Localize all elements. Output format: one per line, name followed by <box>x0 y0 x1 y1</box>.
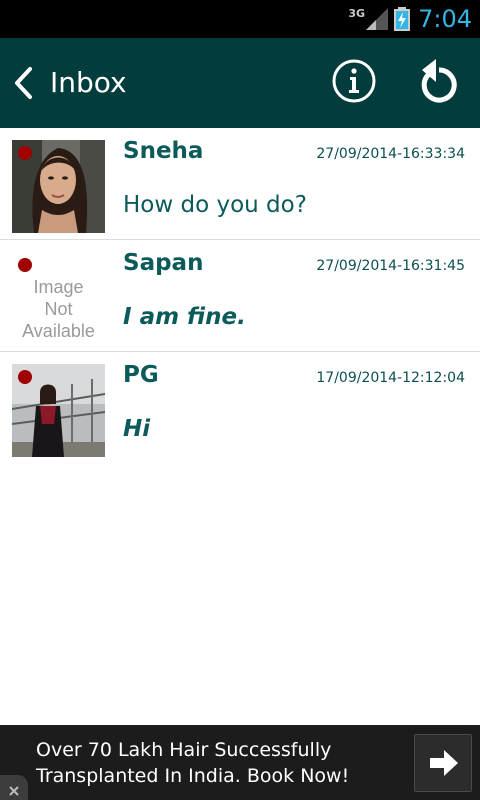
message-timestamp: 17/09/2014-12:12:04 <box>316 370 465 386</box>
message-timestamp: 27/09/2014-16:31:45 <box>316 258 465 274</box>
info-icon[interactable] <box>331 58 377 104</box>
refresh-icon[interactable] <box>416 56 462 106</box>
ad-line: Transplanted In India. Book Now! <box>36 765 350 787</box>
close-icon <box>9 786 19 796</box>
sender-name: Sapan <box>123 250 204 276</box>
unread-indicator <box>18 370 32 384</box>
status-clock: 7:04 <box>418 5 472 33</box>
message-list: Sneha 27/09/2014-16:33:34 How do you do?… <box>0 128 480 463</box>
ad-open-button[interactable] <box>414 734 472 792</box>
placeholder-line: Image <box>33 277 84 297</box>
status-icons: 3G 7:04 <box>348 0 472 38</box>
battery-charging-icon <box>394 7 411 31</box>
signal-icon <box>366 8 389 30</box>
avatar: Image Not Available <box>12 252 105 345</box>
ad-line: Over 70 Lakh Hair Successfully <box>36 739 332 761</box>
app-bar: Inbox <box>0 38 480 128</box>
unread-indicator <box>18 146 32 160</box>
page-title: Inbox <box>50 66 127 99</box>
placeholder-line: Available <box>22 321 95 341</box>
ad-text: Over 70 Lakh Hair Successfully Transplan… <box>36 737 349 789</box>
back-arrow-icon[interactable] <box>12 66 36 100</box>
placeholder-line: Not <box>44 299 73 319</box>
arrow-right-icon <box>430 750 458 776</box>
sender-name: Sneha <box>123 138 204 164</box>
message-timestamp: 27/09/2014-16:33:34 <box>316 146 465 162</box>
message-row[interactable]: Sneha 27/09/2014-16:33:34 How do you do? <box>0 128 480 240</box>
status-bar: 3G 7:04 <box>0 0 480 38</box>
ad-close-button[interactable] <box>0 775 28 800</box>
message-row[interactable]: PG 17/09/2014-12:12:04 Hi <box>0 352 480 463</box>
ad-banner[interactable]: Over 70 Lakh Hair Successfully Transplan… <box>0 725 480 800</box>
sender-name: PG <box>123 362 159 388</box>
network-type: 3G <box>348 6 366 20</box>
unread-indicator <box>18 258 32 272</box>
message-preview: I am fine. <box>123 304 246 330</box>
avatar <box>12 364 105 457</box>
message-preview: How do you do? <box>123 192 307 218</box>
avatar <box>12 140 105 233</box>
message-preview: Hi <box>123 416 151 442</box>
message-row[interactable]: Image Not Available Sapan 27/09/2014-16:… <box>0 240 480 352</box>
